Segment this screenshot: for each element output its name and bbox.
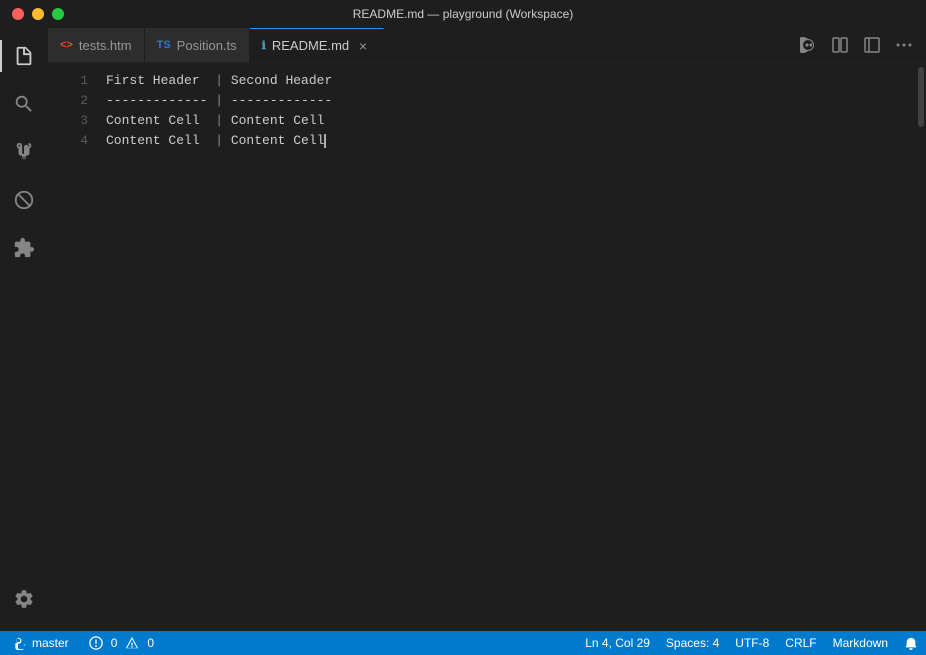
extensions-icon <box>13 237 35 259</box>
tab-bar: <> tests.htm TS Position.ts ℹ README.md … <box>48 28 926 63</box>
indentation[interactable]: Spaces: 4 <box>658 631 727 655</box>
git-branch[interactable]: master <box>8 631 75 655</box>
line-number-3: 3 <box>48 111 88 131</box>
source-control-icon <box>13 141 35 163</box>
minimize-button[interactable] <box>32 8 44 20</box>
more-actions-button[interactable] <box>890 31 918 59</box>
tab-label-position: Position.ts <box>177 38 237 53</box>
line-ending[interactable]: CRLF <box>777 631 824 655</box>
sidebar-item-search[interactable] <box>0 80 48 128</box>
no-symbol-icon <box>13 189 35 211</box>
status-right: Ln 4, Col 29 Spaces: 4 UTF-8 CRLF Markdo… <box>577 631 926 655</box>
sidebar-item-extensions[interactable] <box>0 176 48 224</box>
tab-tests-htm[interactable]: <> tests.htm <box>48 28 145 62</box>
search-icon <box>13 93 35 115</box>
files-icon <box>13 45 35 67</box>
code-line-3: Content Cell | Content Cell <box>106 111 916 131</box>
warning-icon <box>125 636 139 650</box>
titlebar: README.md — playground (Workspace) <box>0 0 926 28</box>
ts-icon: TS <box>157 39 171 51</box>
line-number-4: 4 <box>48 131 88 151</box>
toggle-sidebar-icon <box>864 37 880 53</box>
code-editor[interactable]: First Header | Second Header -----------… <box>98 63 916 631</box>
status-errors[interactable]: 0 0 <box>83 631 160 655</box>
line-number-2: 2 <box>48 91 88 111</box>
branch-icon <box>14 636 28 650</box>
preview-icon <box>800 37 816 53</box>
sidebar-item-remote[interactable] <box>0 224 48 272</box>
tab-actions <box>794 28 926 62</box>
window-title: README.md — playground (Workspace) <box>353 7 574 21</box>
cursor-position[interactable]: Ln 4, Col 29 <box>577 631 658 655</box>
code-line-2: ------------- | ------------- <box>106 91 916 111</box>
html-icon: <> <box>60 39 73 51</box>
status-left: master 0 0 <box>0 631 160 655</box>
editor-area: <> tests.htm TS Position.ts ℹ README.md … <box>48 28 926 631</box>
tab-label-tests: tests.htm <box>79 38 132 53</box>
status-bar: master 0 0 Ln 4, Col 29 Spaces: 4 UTF-8 … <box>0 631 926 655</box>
code-line-4: Content Cell | Content Cell <box>106 131 916 151</box>
tab-readme-md[interactable]: ℹ README.md × <box>250 28 384 62</box>
md-icon: ℹ <box>262 39 266 52</box>
toggle-sidebar-button[interactable] <box>858 31 886 59</box>
error-count: 0 <box>111 636 118 650</box>
warning-count: 0 <box>147 636 154 650</box>
settings-icon <box>13 588 35 610</box>
scrollbar[interactable] <box>916 63 926 631</box>
tab-label-readme: README.md <box>272 38 349 53</box>
branch-name: master <box>32 636 69 650</box>
open-preview-button[interactable] <box>794 31 822 59</box>
line-numbers: 1 2 3 4 <box>48 63 98 631</box>
sidebar-item-explorer[interactable] <box>0 32 48 80</box>
editor-content[interactable]: 1 2 3 4 First Header | Second Header ---… <box>48 63 926 631</box>
traffic-lights <box>12 8 64 20</box>
error-icon <box>89 636 103 650</box>
more-actions-icon <box>896 37 912 53</box>
sidebar-item-settings[interactable] <box>0 575 48 623</box>
tab-close-readme[interactable]: × <box>355 38 371 54</box>
activity-bar <box>0 28 48 631</box>
language-mode[interactable]: Markdown <box>825 631 896 655</box>
split-editor-button[interactable] <box>826 31 854 59</box>
sidebar-item-source-control[interactable] <box>0 128 48 176</box>
maximize-button[interactable] <box>52 8 64 20</box>
tab-position-ts[interactable]: TS Position.ts <box>145 28 250 62</box>
notifications-bell[interactable] <box>896 631 926 655</box>
close-button[interactable] <box>12 8 24 20</box>
bell-icon <box>904 636 918 650</box>
encoding[interactable]: UTF-8 <box>727 631 777 655</box>
split-editor-icon <box>832 37 848 53</box>
scrollbar-thumb[interactable] <box>918 67 924 127</box>
line-number-1: 1 <box>48 71 88 91</box>
code-line-1: First Header | Second Header <box>106 71 916 91</box>
main-layout: <> tests.htm TS Position.ts ℹ README.md … <box>0 28 926 631</box>
